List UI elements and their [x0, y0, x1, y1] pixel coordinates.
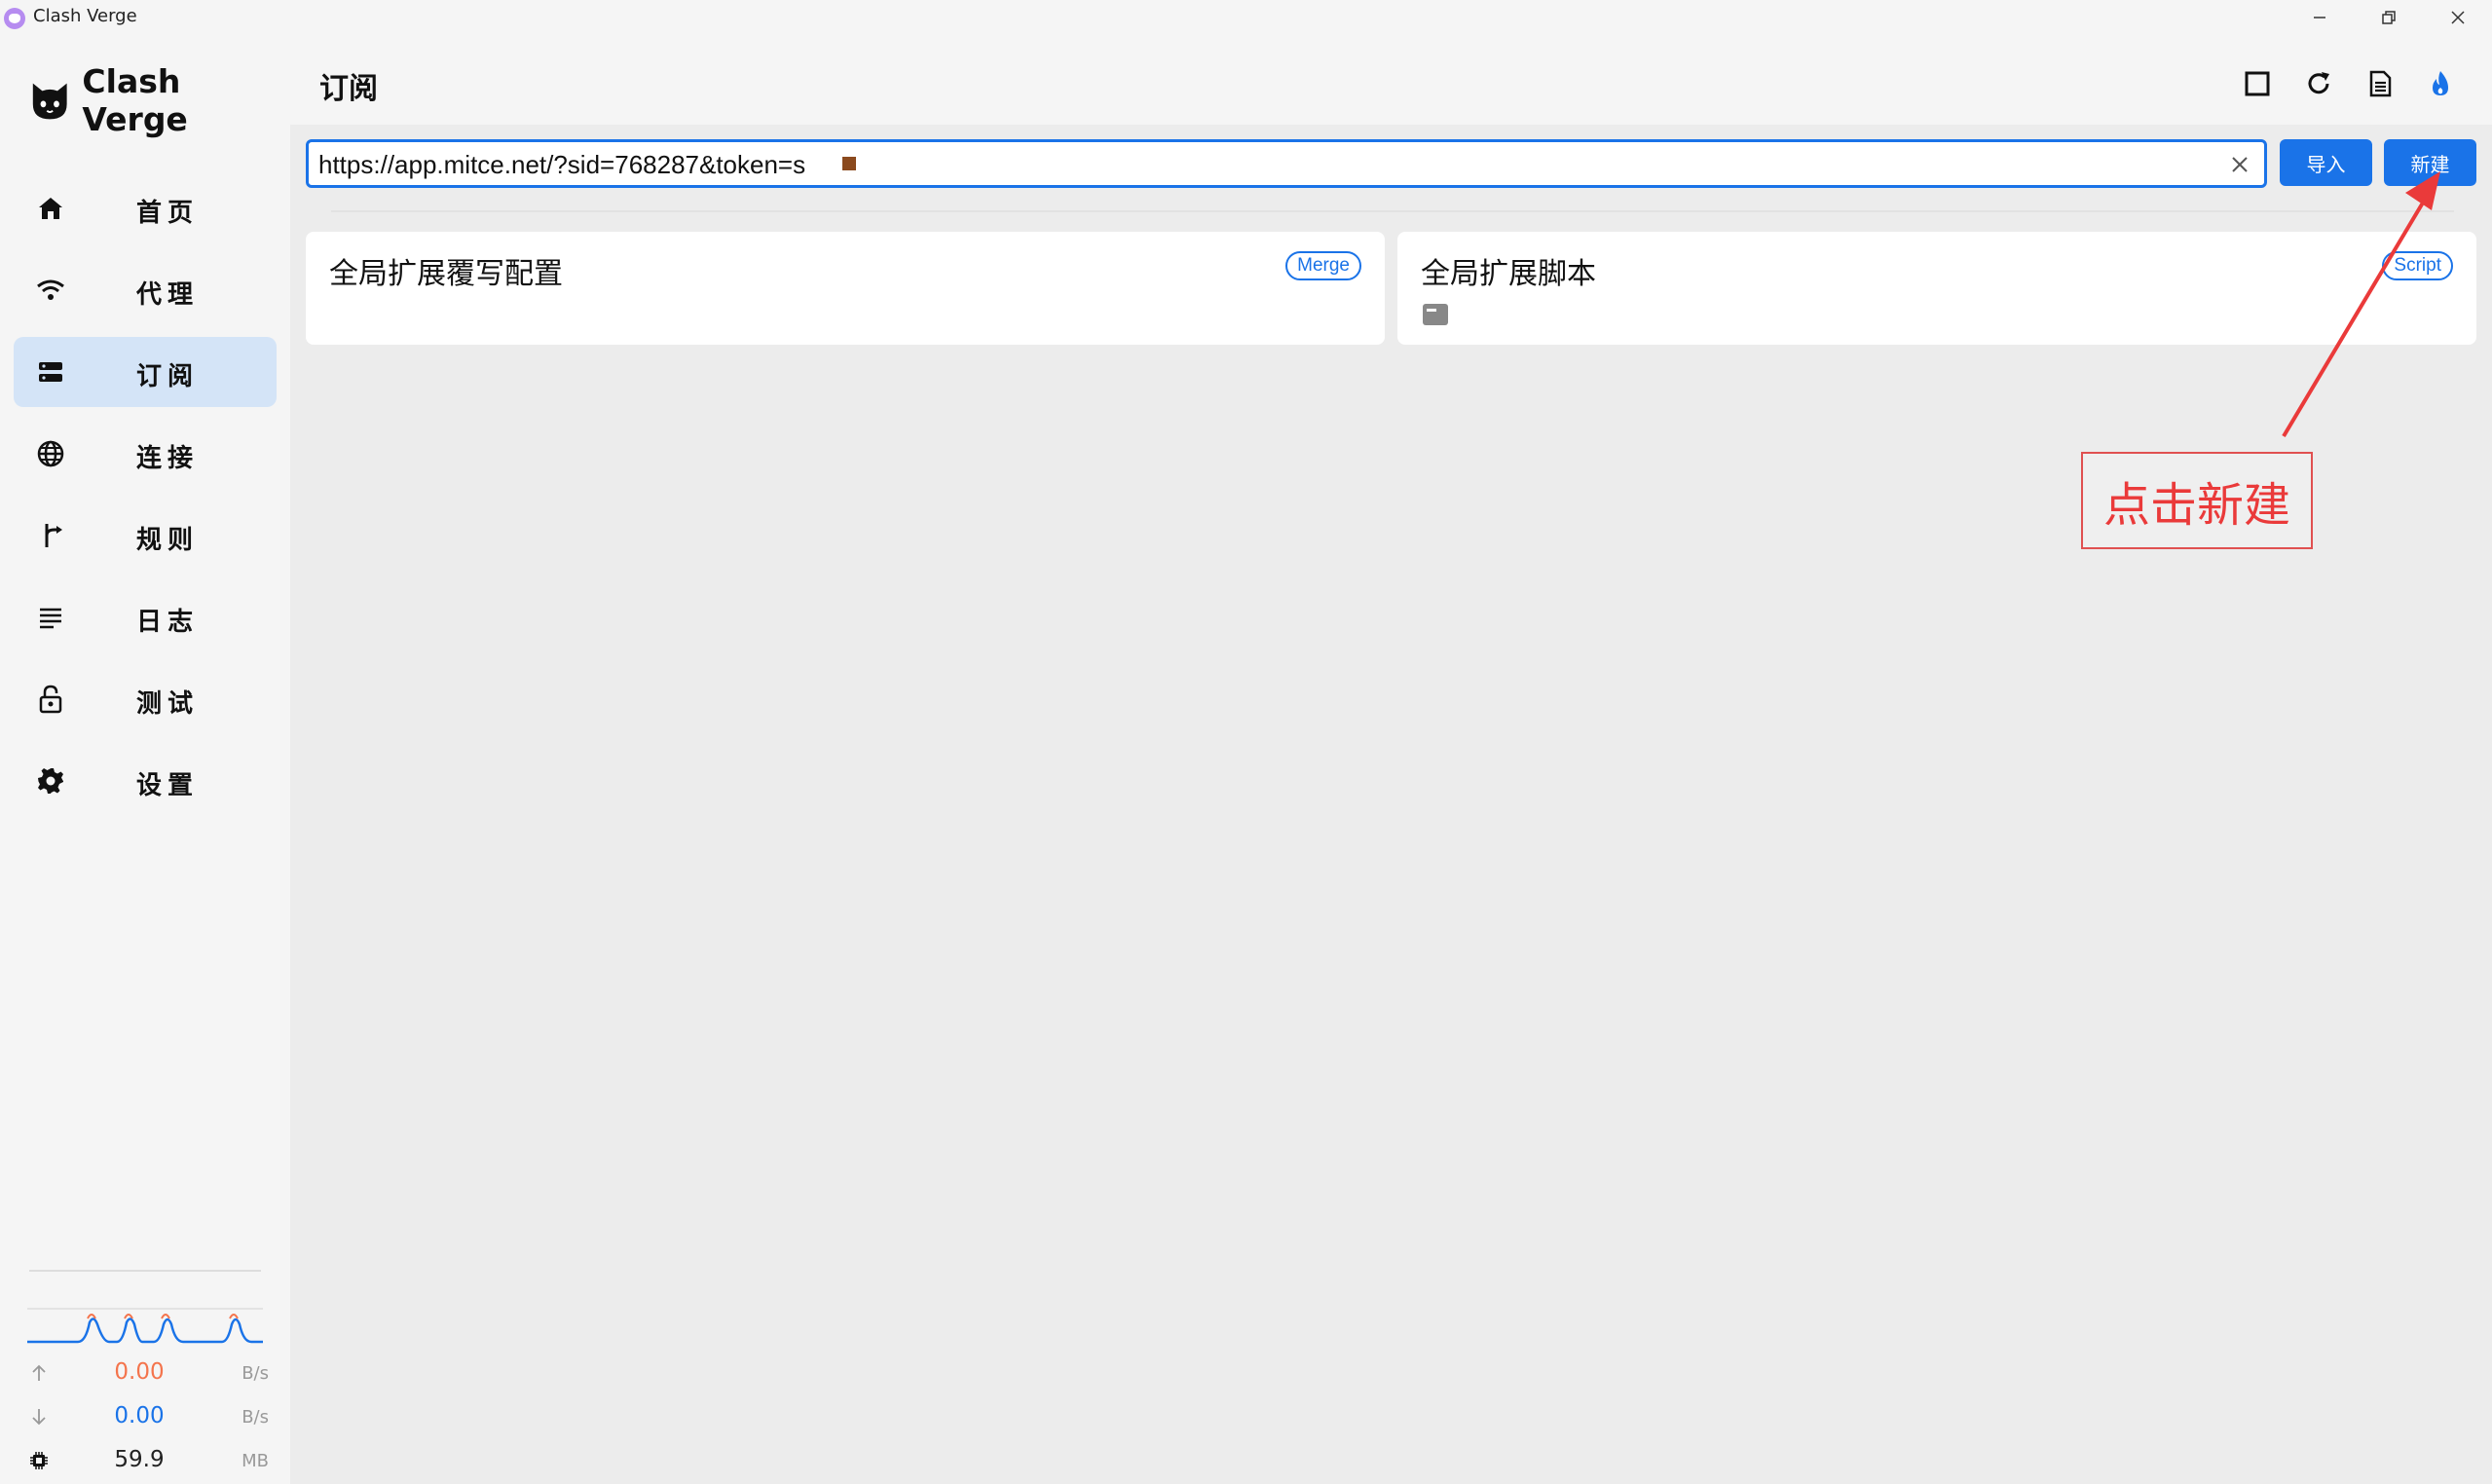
fork-icon	[45, 524, 62, 547]
sidebar-item-test[interactable]: 测试	[14, 664, 277, 734]
restore-icon	[2382, 11, 2396, 24]
sidebar-item-label: 连接	[136, 444, 200, 473]
download-speed: 0.00 B/s	[27, 1401, 269, 1436]
title-bar: Clash Verge	[0, 0, 2492, 35]
globe-icon	[37, 440, 64, 467]
refresh-button[interactable]	[2299, 64, 2338, 103]
upload-speed: 0.00 B/s	[27, 1357, 269, 1392]
home-icon	[39, 198, 62, 219]
sidebar-item-label: 设置	[136, 771, 200, 800]
sidebar-item-proxy[interactable]: 代理	[14, 255, 277, 325]
fire-icon	[2433, 71, 2448, 95]
close-button[interactable]	[2424, 0, 2492, 35]
upload-value: 0.00	[114, 1359, 165, 1385]
card-title: 全局扩展脚本	[1421, 257, 1596, 291]
profile-card-merge[interactable]: 全局扩展覆写配置 Merge	[306, 232, 1385, 345]
sidebar-divider	[29, 1270, 261, 1272]
square-button[interactable]	[2238, 64, 2277, 103]
window-title: Clash Verge	[33, 6, 137, 26]
document-button[interactable]	[2361, 64, 2399, 103]
memory-usage: 59.9 MB	[27, 1445, 269, 1480]
memory-unit: MB	[242, 1451, 269, 1471]
document-icon	[2369, 70, 2392, 97]
server-icon	[39, 362, 62, 382]
subscription-url-input[interactable]	[318, 146, 2188, 183]
wifi-icon	[37, 279, 64, 300]
redaction-mark	[842, 157, 856, 170]
sidebar-item-home[interactable]: 首页	[14, 173, 277, 243]
sidebar-item-rules[interactable]: 规则	[14, 501, 277, 571]
upload-unit: B/s	[242, 1363, 269, 1384]
app-logo: Clash Verge	[27, 62, 290, 138]
page-title: 订阅	[319, 72, 378, 106]
sidebar-item-subscription[interactable]: 订阅	[14, 337, 277, 407]
minimize-icon	[2314, 17, 2325, 19]
sidebar-nav: 首页 代理 订阅 连接 规则 日志 测试 设置	[14, 173, 277, 828]
sidebar: Clash Verge 首页 代理 订阅 连接 规则 日志 测试 设置 0.00…	[0, 35, 290, 1484]
lock-icon	[39, 685, 62, 714]
app-logo-icon	[4, 8, 25, 29]
sidebar-item-logs[interactable]: 日志	[14, 582, 277, 652]
main-content: 订阅 导入 新建 全局扩展覆写配置 Merge 全局扩展脚本 Script	[290, 35, 2492, 1484]
arrow-up-icon	[32, 1364, 46, 1381]
download-unit: B/s	[242, 1407, 269, 1428]
sidebar-item-connections[interactable]: 连接	[14, 419, 277, 489]
download-value: 0.00	[114, 1403, 165, 1428]
annotation-arrow	[2282, 171, 2440, 438]
sidebar-item-label: 规则	[136, 526, 200, 555]
memory-chip-icon	[30, 1452, 48, 1469]
fire-button[interactable]	[2421, 64, 2460, 103]
restore-button[interactable]	[2355, 0, 2423, 35]
subscription-url-field[interactable]	[306, 139, 2267, 188]
sidebar-item-label: 日志	[136, 608, 200, 637]
sidebar-item-settings[interactable]: 设置	[14, 746, 277, 816]
square-icon	[2245, 71, 2270, 96]
cat-logo-icon	[32, 83, 67, 120]
sidebar-item-label: 订阅	[136, 362, 200, 391]
page-header: 订阅	[290, 35, 2492, 125]
file-icon	[1423, 304, 1448, 325]
section-divider	[331, 210, 2454, 212]
sidebar-item-label: 代理	[136, 280, 200, 310]
memory-value: 59.9	[114, 1447, 165, 1472]
close-icon	[2451, 11, 2465, 24]
card-title: 全局扩展覆写配置	[329, 257, 563, 291]
annotation-callout: 点击新建	[2081, 452, 2313, 549]
minimize-button[interactable]	[2286, 0, 2354, 35]
list-icon	[40, 608, 61, 629]
gear-icon	[38, 768, 63, 794]
arrow-down-icon	[32, 1409, 46, 1426]
card-type-badge: Merge	[1285, 251, 1361, 280]
sidebar-item-label: 首页	[136, 199, 200, 228]
app-name: Clash Verge	[82, 62, 188, 138]
sidebar-item-label: 测试	[136, 689, 200, 719]
refresh-icon	[2308, 72, 2329, 94]
